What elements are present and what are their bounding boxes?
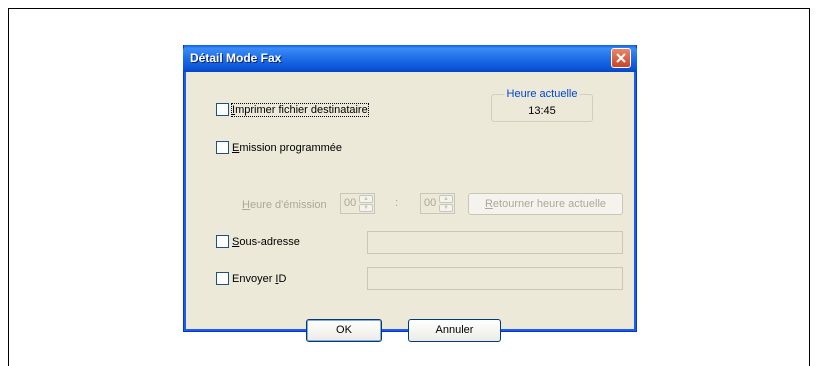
subaddress-option[interactable]: Sous-adresse [216,235,300,248]
close-icon [616,53,626,63]
cancel-button[interactable]: Annuler [408,319,501,342]
fax-detail-dialog: Détail Mode Fax Imprimer fichier destina… [183,45,637,342]
subaddress-field[interactable] [367,231,623,254]
minutes-down-button[interactable]: ▼ [439,204,453,212]
reset-current-time-button[interactable]: Retourner heure actuelle [468,193,623,215]
dialog-title: Détail Mode Fax [190,51,282,65]
print-destination-label: Imprimer fichier destinataire [231,102,369,117]
current-time-label: Heure actuelle [504,88,580,100]
send-id-checkbox[interactable] [216,272,229,285]
send-id-option[interactable]: Envoyer ID [216,272,286,285]
print-destination-option[interactable]: Imprimer fichier destinataire [216,102,369,117]
current-time-value: 13:45 [528,105,556,117]
minutes-up-button[interactable]: ▲ [439,195,453,203]
arrow-down-icon: ▼ [363,205,369,211]
subaddress-checkbox[interactable] [216,235,229,248]
ok-button[interactable]: OK [306,319,382,342]
dialog-body: Imprimer fichier destinataire Heure actu… [187,72,633,342]
send-id-label: Envoyer ID [232,272,287,285]
hours-up-button[interactable]: ▲ [359,195,373,203]
current-time-group: Heure actuelle 13:45 [491,88,593,122]
minutes-value: 00 [424,197,437,209]
send-id-field[interactable] [367,267,623,290]
title-bar: Détail Mode Fax [183,45,637,72]
minutes-spinner[interactable]: 00 ▲ ▼ [420,193,455,214]
scheduled-transmission-checkbox[interactable] [216,141,229,154]
hours-down-button[interactable]: ▼ [359,204,373,212]
hours-spinner[interactable]: 00 ▲ ▼ [340,193,375,214]
close-button[interactable] [611,48,631,68]
hours-value: 00 [344,197,357,209]
arrow-down-icon: ▼ [443,205,449,211]
arrow-up-icon: ▲ [363,196,369,202]
print-destination-checkbox[interactable] [216,103,229,116]
scheduled-transmission-label: Emission programmée [232,141,343,154]
time-separator: : [395,197,399,209]
transmission-time-label: Heure d'émission [242,199,327,211]
scheduled-transmission-option[interactable]: Emission programmée [216,141,342,154]
subaddress-label: Sous-adresse [232,235,300,248]
arrow-up-icon: ▲ [443,196,449,202]
